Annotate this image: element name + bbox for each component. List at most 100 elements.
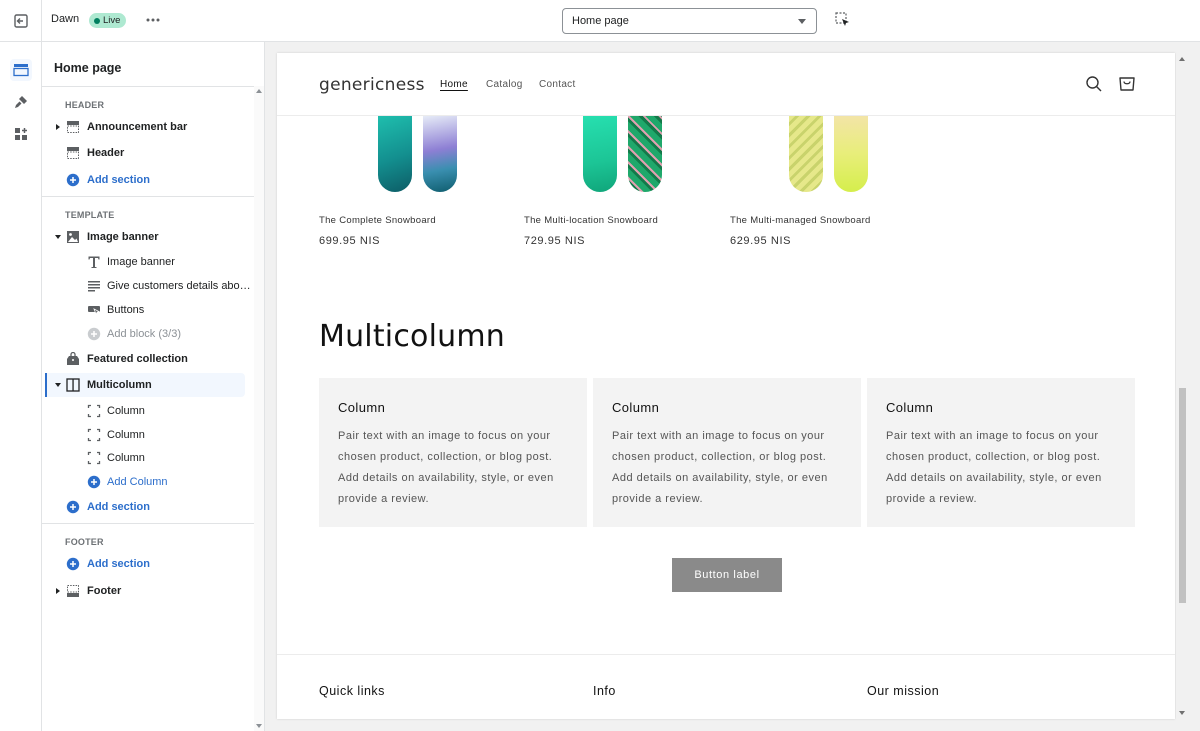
scroll-down-icon — [1179, 711, 1185, 715]
nav-link-contact[interactable]: Contact — [539, 79, 576, 90]
divider — [42, 523, 254, 524]
block-column-1[interactable]: Column — [42, 399, 254, 423]
announcement-bar-icon — [65, 119, 81, 135]
block-column-2[interactable]: Column — [42, 423, 254, 447]
section-featured-collection[interactable]: Featured collection — [42, 347, 254, 371]
topbar-divider — [41, 0, 42, 42]
sidebar-scrollbar[interactable] — [254, 86, 264, 731]
section-label: Multicolumn — [87, 379, 152, 391]
product-price: 699.95 NIS — [319, 235, 381, 247]
ellipsis-icon — [146, 18, 160, 22]
snowboard-image — [628, 115, 662, 192]
section-label: Footer — [87, 585, 122, 597]
multicolumn-heading: Multicolumn — [319, 319, 505, 354]
preview-scrollbar[interactable] — [1176, 53, 1188, 719]
plus-circle-icon — [65, 499, 81, 515]
section-header[interactable]: Header — [42, 141, 254, 165]
multicolumn-button[interactable]: Button label — [672, 558, 782, 592]
page-select[interactable]: Home page — [562, 8, 817, 34]
block-column-3[interactable]: Column — [42, 446, 254, 470]
column-text: Pair text with an image to focus on your… — [886, 430, 1102, 505]
editor-icon-rail — [0, 42, 42, 731]
section-multicolumn[interactable]: Multicolumn — [45, 373, 245, 397]
add-section-label: Add section — [87, 558, 150, 570]
theme-name: Dawn — [51, 13, 80, 25]
sections-sidebar: Home page HEADER Announcement bar Header… — [42, 42, 265, 731]
nav-link-catalog[interactable]: Catalog — [486, 79, 523, 90]
add-section-footer-button[interactable]: Add section — [42, 552, 254, 576]
add-section-header-button[interactable]: Add section — [42, 168, 254, 192]
select-element-icon — [835, 12, 849, 26]
multicolumn-column: Column Pair text with an image to focus … — [593, 378, 861, 527]
search-icon[interactable] — [1085, 75, 1103, 93]
block-label: Column — [107, 452, 145, 464]
product-title[interactable]: The Complete Snowboard — [319, 215, 436, 226]
footer-heading: Info — [593, 684, 616, 698]
rail-sections-button[interactable] — [10, 59, 32, 81]
section-footer[interactable]: Footer — [42, 579, 254, 603]
exit-icon — [14, 14, 28, 28]
snowboard-image — [583, 115, 617, 192]
section-image-banner[interactable]: Image banner — [42, 225, 254, 249]
scroll-up-icon — [1179, 57, 1185, 61]
store-logo[interactable]: genericness — [319, 75, 425, 95]
add-column-button[interactable]: Add Column — [42, 470, 254, 494]
plus-circle-icon — [86, 326, 102, 342]
block-label: Give customers details abo… — [107, 280, 251, 292]
footer-heading: Our mission — [867, 684, 940, 698]
add-block-button-disabled: Add block (3/3) — [42, 322, 254, 346]
product-title[interactable]: The Multi-managed Snowboard — [730, 215, 871, 226]
rail-theme-settings-button[interactable] — [10, 91, 32, 113]
plus-circle-icon — [65, 556, 81, 572]
column-title: Column — [338, 400, 386, 415]
scroll-up-icon — [256, 89, 262, 93]
scroll-down-icon — [256, 724, 262, 728]
column-title: Column — [612, 400, 660, 415]
scrollbar-thumb[interactable] — [1179, 388, 1186, 603]
group-label-template: TEMPLATE — [65, 210, 115, 220]
snowboard-image — [378, 115, 412, 192]
column-block-icon — [86, 427, 102, 443]
block-label: Column — [107, 405, 145, 417]
product-price: 729.95 NIS — [524, 235, 586, 247]
column-text: Pair text with an image to focus on your… — [338, 430, 554, 505]
collapse-icon — [55, 383, 61, 387]
add-column-label: Add Column — [107, 476, 168, 488]
collection-tag-icon — [65, 351, 81, 367]
footer-heading: Quick links — [319, 684, 385, 698]
preview-canvas: genericness Home Catalog Contact The Com… — [265, 42, 1200, 731]
snowboard-image — [423, 115, 457, 192]
add-section-template-button[interactable]: Add section — [42, 495, 254, 519]
block-label: Column — [107, 429, 145, 441]
inspector-button[interactable] — [835, 12, 853, 30]
multicolumn-icon — [65, 377, 81, 393]
add-section-label: Add section — [87, 174, 150, 186]
add-block-label: Add block (3/3) — [107, 328, 181, 340]
block-label: Image banner — [107, 256, 175, 268]
section-announcement-bar[interactable]: Announcement bar — [42, 115, 254, 139]
theme-settings-icon — [15, 96, 27, 108]
more-actions-button[interactable] — [144, 11, 162, 29]
block-image-banner-heading[interactable]: Image banner — [42, 250, 254, 274]
button-icon — [86, 302, 102, 318]
block-image-banner-text[interactable]: Give customers details abo… — [42, 274, 254, 298]
footer-section-icon — [65, 583, 81, 599]
rail-app-embeds-button[interactable] — [10, 123, 32, 145]
snowboard-image — [789, 115, 823, 192]
collapse-icon — [55, 235, 61, 239]
section-label: Announcement bar — [87, 121, 188, 133]
nav-link-home[interactable]: Home — [440, 79, 468, 90]
multicolumn-column: Column Pair text with an image to focus … — [867, 378, 1135, 527]
live-badge-label: Live — [103, 15, 121, 26]
plus-circle-icon — [65, 172, 81, 188]
divider — [42, 196, 254, 197]
sections-icon — [13, 64, 29, 77]
product-title[interactable]: The Multi-location Snowboard — [524, 215, 658, 226]
block-image-banner-buttons[interactable]: Buttons — [42, 298, 254, 322]
editor-topbar: Dawn Live Home page — [0, 0, 1200, 42]
store-preview-frame: genericness Home Catalog Contact The Com… — [277, 53, 1175, 719]
product-price: 629.95 NIS — [730, 235, 792, 247]
exit-editor-button[interactable] — [10, 10, 32, 32]
image-icon — [65, 229, 81, 245]
cart-icon[interactable] — [1118, 75, 1136, 93]
